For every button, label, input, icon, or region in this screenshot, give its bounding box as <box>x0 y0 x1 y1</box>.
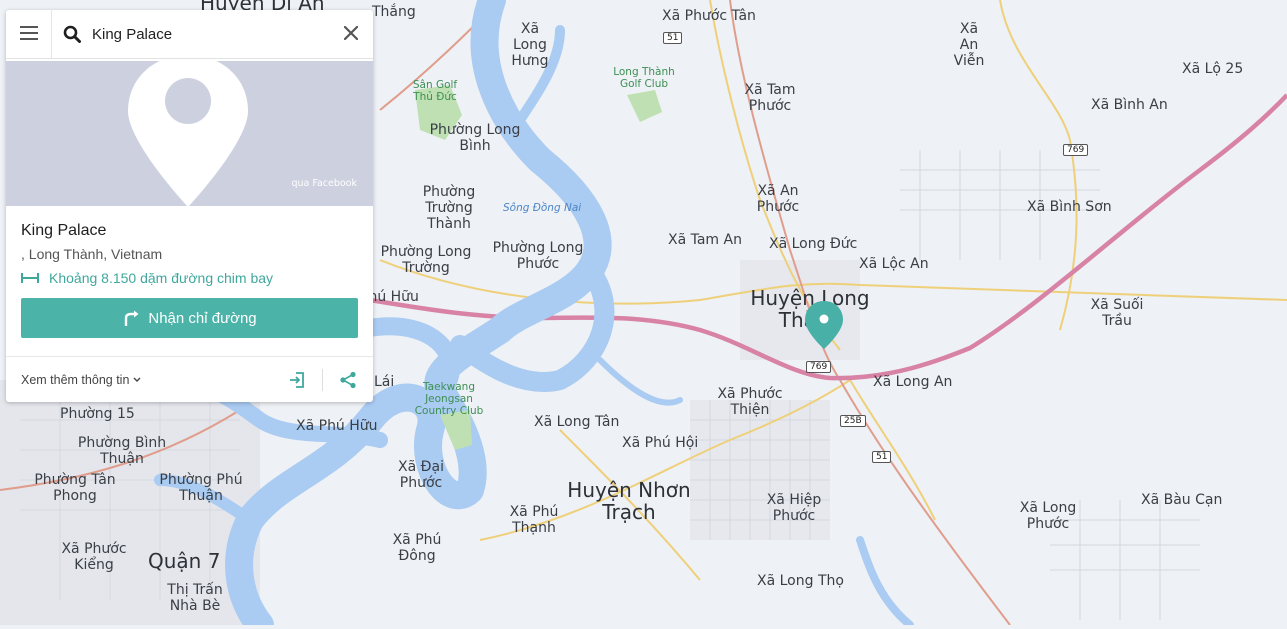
map-label: Xã Bình An <box>1091 97 1168 113</box>
map-label: Xã Long Tân <box>534 414 620 430</box>
more-info-link[interactable]: Xem thêm thông tin <box>21 373 141 387</box>
map-label-golf: Sân Golf Thủ Đức <box>412 79 458 103</box>
menu-button[interactable] <box>6 10 52 58</box>
road-shield: 769 <box>806 361 832 373</box>
search-input[interactable] <box>92 25 329 43</box>
map-label: Xã Đại Phước <box>398 459 444 491</box>
map-label: Xã An Phước <box>756 183 800 215</box>
map-label: Xã Long Hưng <box>511 21 549 69</box>
map-label: Xã Phước Thiện <box>717 386 783 418</box>
map-label: Xã Phước Tân <box>662 8 756 24</box>
map-pin-icon[interactable] <box>803 299 845 351</box>
close-icon <box>343 25 359 44</box>
place-name: King Palace <box>21 222 107 239</box>
ruler-icon <box>21 272 39 284</box>
map-label: Phường Phú Thuận <box>159 472 243 504</box>
map-label: Xã Bàu Cạn <box>1141 492 1223 508</box>
map-label: Thị Trấn Nhà Bè <box>167 582 223 614</box>
map-label: Xã Tam Phước <box>744 82 796 114</box>
map-label: Xã An Viễn <box>953 21 985 69</box>
map-label-district: Quận 7 <box>148 549 221 573</box>
share-icon[interactable] <box>339 371 357 389</box>
map-label: Xã Phú Thạnh <box>509 504 559 536</box>
chevron-down-icon <box>133 377 141 383</box>
map-label-river: Sông Đồng Nai <box>503 202 582 214</box>
road-shield: 769 <box>1063 144 1089 156</box>
close-button[interactable] <box>329 10 373 58</box>
panel-footer: Xem thêm thông tin <box>6 356 373 402</box>
search-bar <box>6 10 373 59</box>
map-label: Xã Tam An <box>668 232 742 248</box>
distance-row: Khoảng 8.150 dặm đường chim bay <box>21 270 358 286</box>
place-panel: qua Facebook King Palace , Long Thành, V… <box>6 10 373 402</box>
map-label-golf: Taekwang Jeongsan Country Club <box>414 381 484 417</box>
map-label: Thắng <box>372 4 416 20</box>
map-label: Phường Trường Thành <box>422 184 476 232</box>
footer-divider <box>322 369 323 391</box>
map-label: Xã Suối Trầu <box>1090 297 1144 329</box>
map-label: Phường Tân Phong <box>34 472 116 504</box>
map-label: Xã Phước Kiểng <box>61 541 127 573</box>
map-label-district: Huyện Nhơn Trạch <box>567 478 691 524</box>
map-label: Xã Phú Hữu <box>296 418 378 434</box>
distance-text: Khoảng 8.150 dặm đường chim bay <box>49 270 274 286</box>
search-icon <box>52 25 92 43</box>
map-label: Xã Lộ 25 <box>1182 61 1244 77</box>
map-label: Xã Long Phước <box>1019 500 1077 532</box>
save-to-device-icon[interactable] <box>288 371 306 389</box>
footer-actions <box>288 369 357 391</box>
map-label: Lái <box>374 374 395 390</box>
get-directions-label: Nhận chỉ đường <box>148 309 257 327</box>
map-label: Xã Hiệp Phước <box>766 492 822 524</box>
directions-icon <box>122 309 140 327</box>
road-shield: 51 <box>872 451 892 463</box>
place-info: King Palace , Long Thành, Vietnam Khoảng… <box>21 222 358 338</box>
map-label: Xã Long Đức <box>769 236 858 252</box>
map-label: Xã Lộc An <box>859 256 929 272</box>
map-label: Phường Long Trường <box>380 244 472 276</box>
more-info-label: Xem thêm thông tin <box>21 373 130 387</box>
map-label: Xã Phú Hội <box>622 435 699 451</box>
menu-icon <box>19 25 38 44</box>
map-label: Xã Bình Sơn <box>1027 199 1112 215</box>
place-address: , Long Thành, Vietnam <box>21 246 163 262</box>
map-label: Xã Long An <box>873 374 953 390</box>
road-shield: 51 <box>663 32 683 44</box>
road-shield: 25B <box>840 415 866 427</box>
get-directions-button[interactable]: Nhận chỉ đường <box>21 298 358 338</box>
map-label: Phường Long Phước <box>492 240 584 272</box>
map-label: Phường 15 <box>60 406 135 422</box>
map-label: Phường Bình Thuận <box>77 435 167 467</box>
map-label: Xã Phú Đông <box>392 532 442 564</box>
photo-credit: qua Facebook <box>291 178 357 189</box>
map-label: Phường Long Bình <box>429 122 521 154</box>
map-label-golf: Long Thành Golf Club <box>613 66 675 90</box>
map-label: Xã Long Thọ <box>757 573 844 589</box>
